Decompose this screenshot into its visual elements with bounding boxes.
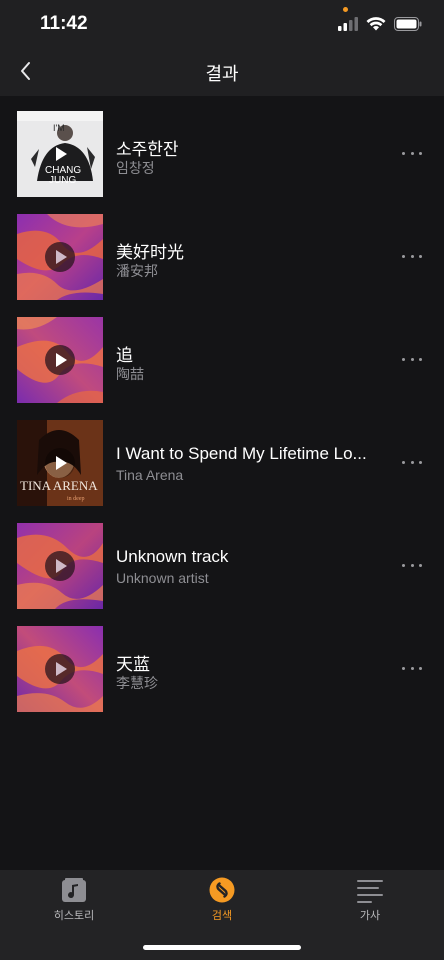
more-options-button[interactable]	[402, 562, 422, 568]
page-title: 결과	[205, 64, 239, 84]
more-options-button[interactable]	[402, 253, 422, 259]
svg-text:JUNG: JUNG	[49, 175, 76, 186]
track-row[interactable]: 追 陶喆	[0, 302, 444, 405]
status-time: 11:42	[40, 13, 88, 34]
track-row[interactable]: Unknown track Unknown artist	[0, 508, 444, 611]
tab-history[interactable]: 히스토리	[0, 870, 148, 930]
track-row[interactable]: 天蓝 李慧珍	[0, 611, 444, 714]
tab-label: 히스토리	[53, 910, 95, 922]
album-art[interactable]	[17, 626, 103, 712]
track-title: 美好时光	[116, 243, 184, 262]
battery-icon	[394, 17, 422, 31]
lyrics-icon	[357, 880, 383, 903]
play-icon[interactable]	[45, 345, 75, 375]
track-artist: 李慧珍	[116, 675, 158, 691]
play-icon[interactable]	[45, 654, 75, 684]
track-artist: 임창정	[116, 160, 155, 176]
tab-label: 검색	[211, 910, 233, 922]
play-icon[interactable]	[45, 242, 75, 272]
play-icon[interactable]	[45, 139, 75, 169]
track-artist: Unknown artist	[116, 570, 209, 586]
track-artist: Tina Arena	[116, 467, 184, 483]
track-row[interactable]: CHANG JUNG I'M 소주한잔 임창정	[0, 96, 444, 199]
svg-text:I'M: I'M	[53, 123, 65, 133]
status-icons	[338, 14, 422, 34]
album-art[interactable]	[17, 214, 103, 300]
track-title: 天蓝	[116, 655, 150, 674]
tab-lyrics[interactable]: 가사	[296, 870, 444, 930]
more-options-button[interactable]	[402, 459, 422, 465]
tab-search[interactable]: 검색	[148, 870, 296, 930]
album-art[interactable]	[17, 317, 103, 403]
svg-text:TINA ARENA: TINA ARENA	[20, 478, 98, 493]
tab-label: 가사	[359, 910, 381, 922]
more-options-button[interactable]	[402, 150, 422, 156]
track-row[interactable]: 美好时光 潘安邦	[0, 199, 444, 302]
wifi-icon	[366, 17, 386, 31]
more-options-button[interactable]	[402, 356, 422, 362]
music-note-icon	[62, 878, 86, 902]
album-art[interactable]	[17, 523, 103, 609]
svg-text:in deep: in deep	[67, 496, 85, 502]
album-art[interactable]: TINA ARENA in deep	[17, 420, 103, 506]
shazam-icon	[209, 877, 235, 903]
play-icon[interactable]	[45, 448, 75, 478]
navigation-bar: 결과	[0, 48, 444, 96]
track-artist: 陶喆	[116, 366, 144, 382]
play-icon[interactable]	[45, 551, 75, 581]
more-options-button[interactable]	[402, 665, 422, 671]
track-title: I Want to Spend My Lifetime Lo...	[116, 444, 367, 463]
track-title: 追	[116, 346, 133, 365]
track-row[interactable]: TINA ARENA in deep I Want to Spend My Li…	[0, 405, 444, 508]
status-bar: 11:42	[0, 0, 444, 48]
cellular-signal-icon	[338, 17, 358, 31]
privacy-indicator-dot	[343, 7, 348, 12]
home-indicator[interactable]	[143, 945, 301, 950]
track-artist: 潘安邦	[116, 263, 158, 279]
track-title: Unknown track	[116, 547, 229, 566]
album-art[interactable]: CHANG JUNG I'M	[17, 111, 103, 197]
track-title: 소주한잔	[116, 140, 179, 159]
